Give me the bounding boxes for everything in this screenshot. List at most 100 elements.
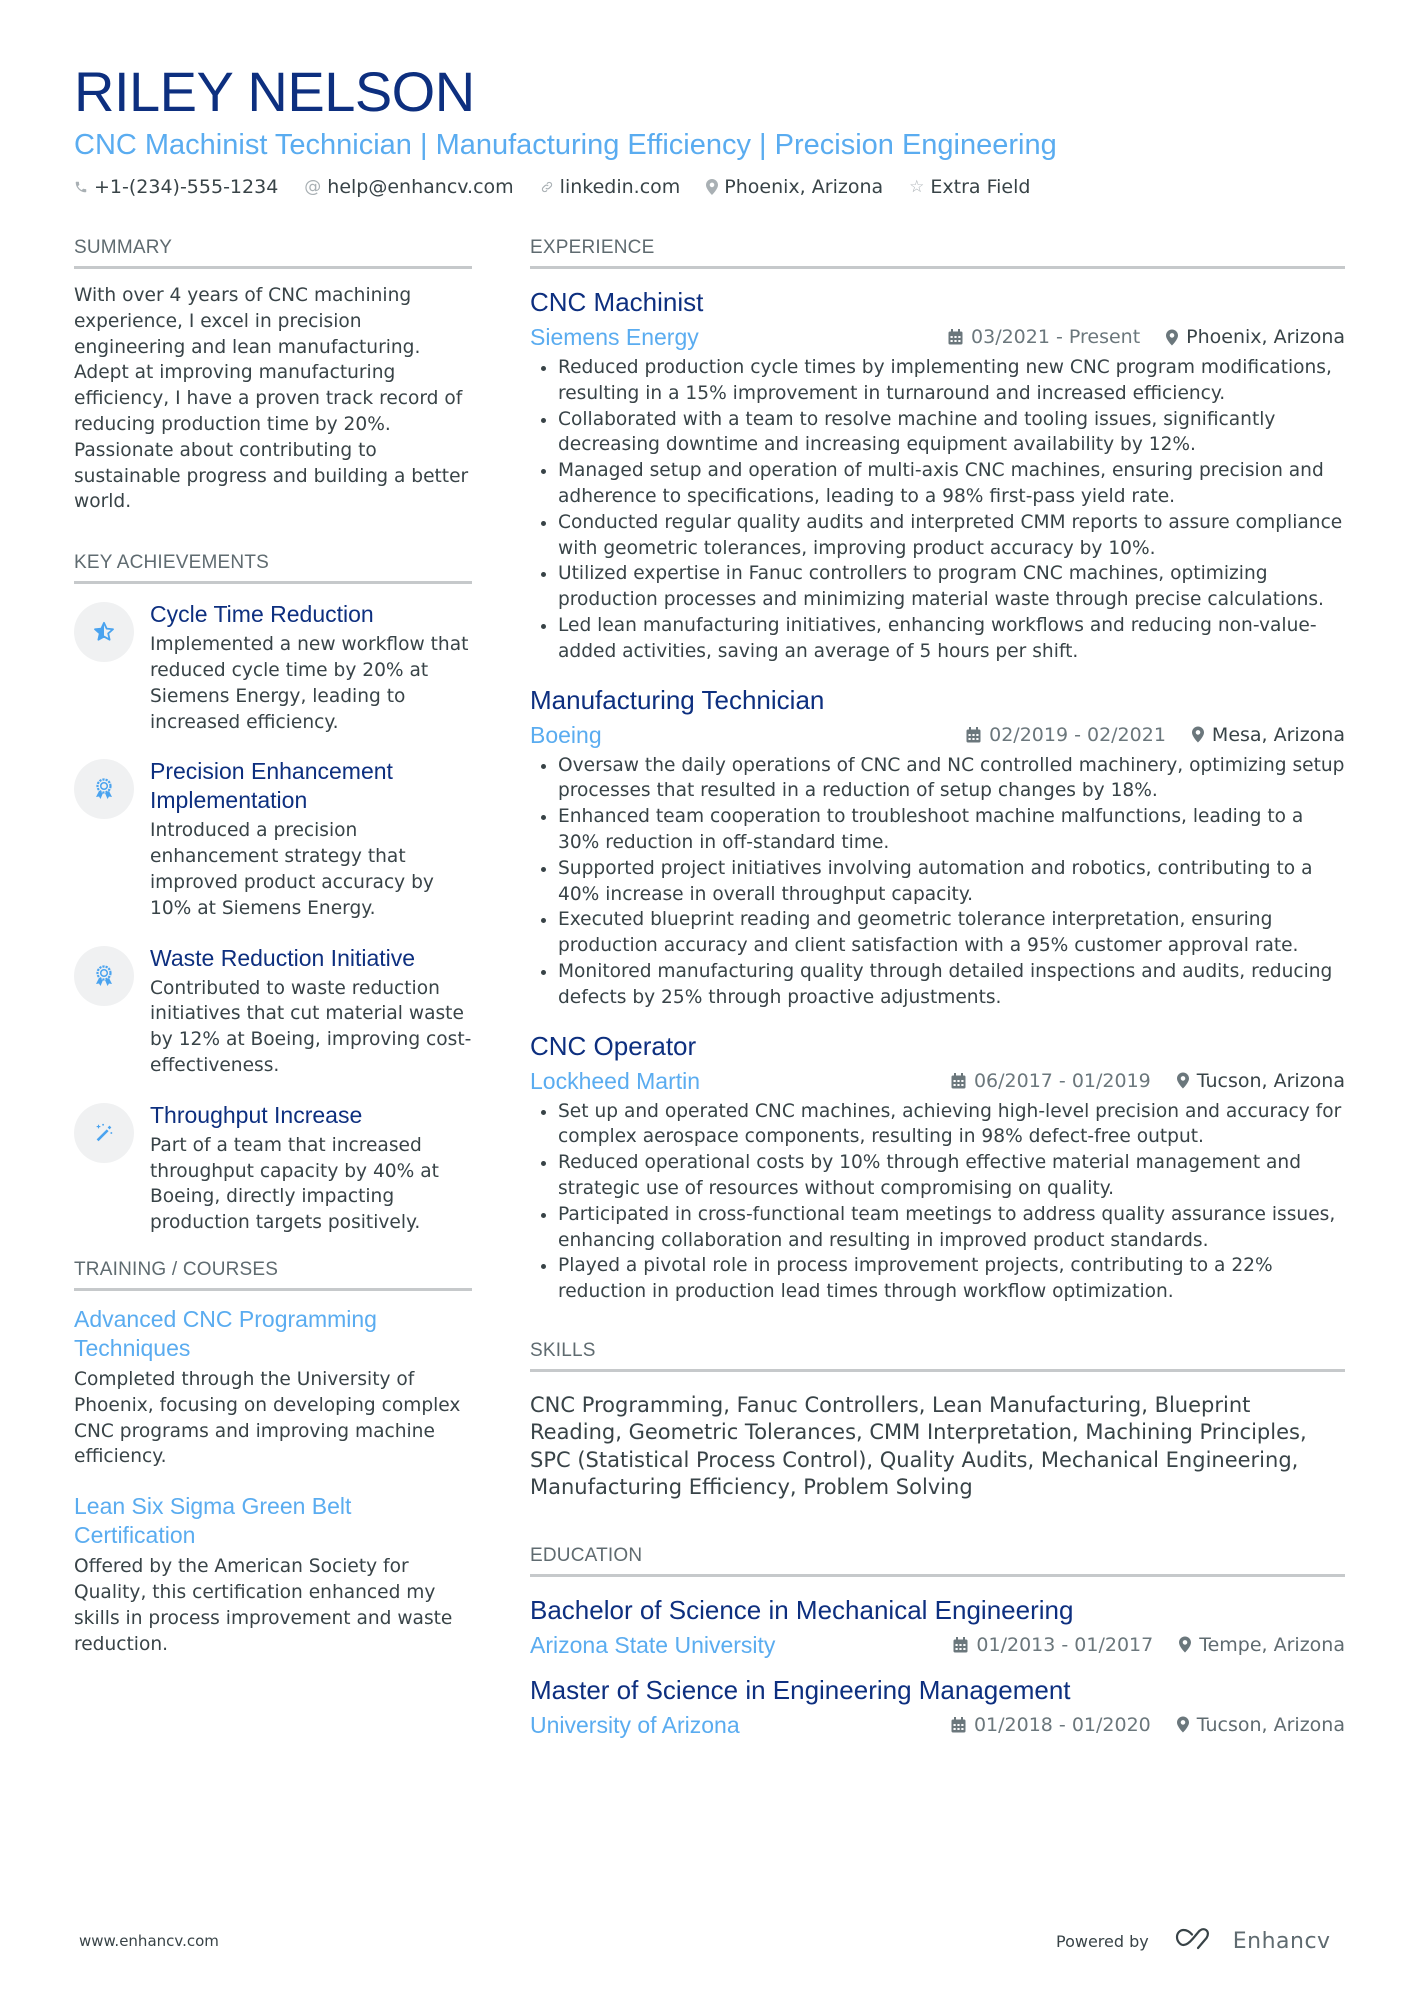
footer-branding[interactable]: Powered by Enhancv [1056,1926,1331,1956]
right-column: EXPERIENCE CNC Machinist Siemens Energy … [530,236,1345,1753]
footer-website-link[interactable]: www.enhancv.com [79,1932,219,1950]
job-bullet: Utilized expertise in Fanuc controllers … [530,561,1345,613]
star-outline-icon: ☆ [909,177,925,197]
achievement-item: Cycle Time Reduction Implemented a new w… [74,600,472,735]
education-entry: Bachelor of Science in Mechanical Engine… [530,1593,1345,1661]
contact-extra-text: Extra Field [930,176,1031,198]
experience-section: EXPERIENCE CNC Machinist Siemens Energy … [530,236,1345,1305]
job-title: CNC Operator [530,1030,697,1061]
achievement-text: Part of a team that increased throughput… [150,1134,439,1234]
education-section: EDUCATION Bachelor of Science in Mechani… [530,1544,1345,1741]
training-heading: TRAINING / COURSES [74,1258,472,1291]
education-heading: EDUCATION [530,1544,1345,1577]
job-location: Phoenix, Arizona [1186,326,1345,348]
contact-bar: +1-(234)-555-1234 @ help@enhancv.com lin… [74,176,1354,198]
course-text: Offered by the American Society for Qual… [74,1556,453,1655]
calendar-icon [953,1636,968,1653]
degree-title: Master of Science in Engineering Managem… [530,1674,1071,1705]
achievement-title: Precision Enhancement Implementation [150,758,393,814]
calendar-icon [948,329,963,345]
contact-linkedin[interactable]: linkedin.com [540,176,681,198]
award-ribbon-icon [74,759,134,820]
achievement-item: Throughput Increase Part of a team that … [74,1101,472,1236]
job-bullet: Played a pivotal role in process improve… [530,1253,1345,1305]
contact-phone[interactable]: +1-(234)-555-1234 [74,176,278,198]
link-icon [540,180,554,194]
powered-by-label: Powered by [1056,1931,1149,1951]
experience-heading: EXPERIENCE [530,236,1345,269]
location-pin-icon [1176,1072,1189,1089]
phone-icon [74,180,88,194]
job-bullet: Led lean manufacturing initiatives, enha… [530,613,1345,665]
magic-wand-icon [74,1102,134,1163]
candidate-name: RILEY NELSON [74,60,475,123]
achievement-title: Throughput Increase [150,1101,363,1128]
left-column: SUMMARY With over 4 years of CNC machini… [74,236,472,1679]
calendar-icon [951,1072,966,1089]
job-dates: 03/2021 - Present [971,326,1141,348]
job-company: Siemens Energy [530,324,699,350]
job-entry: CNC Operator Lockheed Martin 06/2017 - 0… [530,1029,1345,1305]
degree-title: Bachelor of Science in Mechanical Engine… [530,1594,1074,1625]
job-company: Boeing [530,721,602,748]
enhancv-brand-name: Enhancv [1232,1928,1331,1954]
job-bullet: Reduced production cycle times by implem… [530,355,1345,407]
location-pin-icon [706,179,719,195]
job-bullet: Participated in cross-functional team me… [530,1202,1345,1254]
job-company: Lockheed Martin [530,1067,701,1094]
calendar-icon [966,726,981,743]
achievements-heading: KEY ACHIEVEMENTS [74,551,472,585]
contact-extra: ☆ Extra Field [909,176,1030,198]
achievement-text: Introduced a precision enhancement strat… [150,820,434,919]
location-pin-icon [1176,1716,1189,1733]
contact-location-text: Phoenix, Arizona [724,176,884,198]
job-dates: 06/2017 - 01/2019 [973,1069,1151,1092]
summary-text: With over 4 years of CNC machining exper… [74,285,469,513]
contact-phone-text: +1-(234)-555-1234 [94,176,279,198]
achievement-item: Precision Enhancement Implementation Int… [74,757,472,921]
contact-linkedin-text: linkedin.com [559,176,681,198]
job-bullet: Set up and operated CNC machines, achiev… [530,1099,1345,1151]
job-bullet: Monitored manufacturing quality through … [530,959,1345,1011]
contact-email[interactable]: @ help@enhancv.com [304,176,513,198]
contact-location: Phoenix, Arizona [706,176,883,198]
job-bullet: Supported project initiatives involving … [530,856,1345,908]
course-item: Lean Six Sigma Green Belt Certification … [74,1492,472,1657]
job-bullet: Executed blueprint reading and geometric… [530,907,1345,959]
job-bullet: Oversaw the daily operations of CNC and … [530,753,1345,805]
enhancv-logo-icon [1175,1926,1221,1956]
job-dates: 02/2019 - 02/2021 [989,723,1166,746]
education-dates: 01/2013 - 01/2017 [976,1633,1154,1656]
at-icon: @ [304,177,322,197]
job-title: CNC Machinist [530,287,704,317]
achievement-title: Waste Reduction Initiative [150,944,416,971]
job-bullet: Enhanced team cooperation to troubleshoo… [530,804,1345,856]
job-bullet: Conducted regular quality audits and int… [530,510,1345,562]
job-meta: Boeing 02/2019 - 02/2021 Mesa, Arizona [530,719,1345,751]
course-item: Advanced CNC Programming Techniques Comp… [74,1305,472,1470]
resume-header: RILEY NELSON CNC Machinist Technician | … [74,60,1354,198]
job-meta: Lockheed Martin 06/2017 - 01/2019 Tucson… [530,1065,1345,1097]
candidate-headline: CNC Machinist Technician | Manufacturing… [74,129,1057,161]
calendar-icon [951,1716,966,1733]
job-title: Manufacturing Technician [530,684,825,715]
job-location: Mesa, Arizona [1211,723,1345,746]
skills-text: CNC Programming, Fanuc Controllers, Lean… [530,1392,1307,1500]
achievement-text: Contributed to waste reduction initiativ… [150,977,472,1076]
job-bullets: Set up and operated CNC machines, achiev… [530,1099,1345,1305]
award-ribbon-icon [74,945,134,1006]
education-entry: Master of Science in Engineering Managem… [530,1673,1345,1741]
skills-heading: SKILLS [530,1339,1345,1372]
school-name: Arizona State University [530,1631,776,1658]
school-name: University of Arizona [530,1711,740,1738]
achievement-title: Cycle Time Reduction [150,601,374,628]
course-text: Completed through the University of Phoe… [74,1368,461,1468]
summary-section: SUMMARY With over 4 years of CNC machini… [74,236,472,515]
training-section: TRAINING / COURSES Advanced CNC Programm… [74,1258,472,1657]
achievement-text: Implemented a new workflow that reduced … [150,634,469,733]
location-pin-icon [1179,1636,1192,1653]
location-pin-icon [1166,329,1179,346]
job-bullets: Oversaw the daily operations of CNC and … [530,753,1345,1011]
star-half-icon [74,602,134,663]
summary-heading: SUMMARY [74,236,472,269]
